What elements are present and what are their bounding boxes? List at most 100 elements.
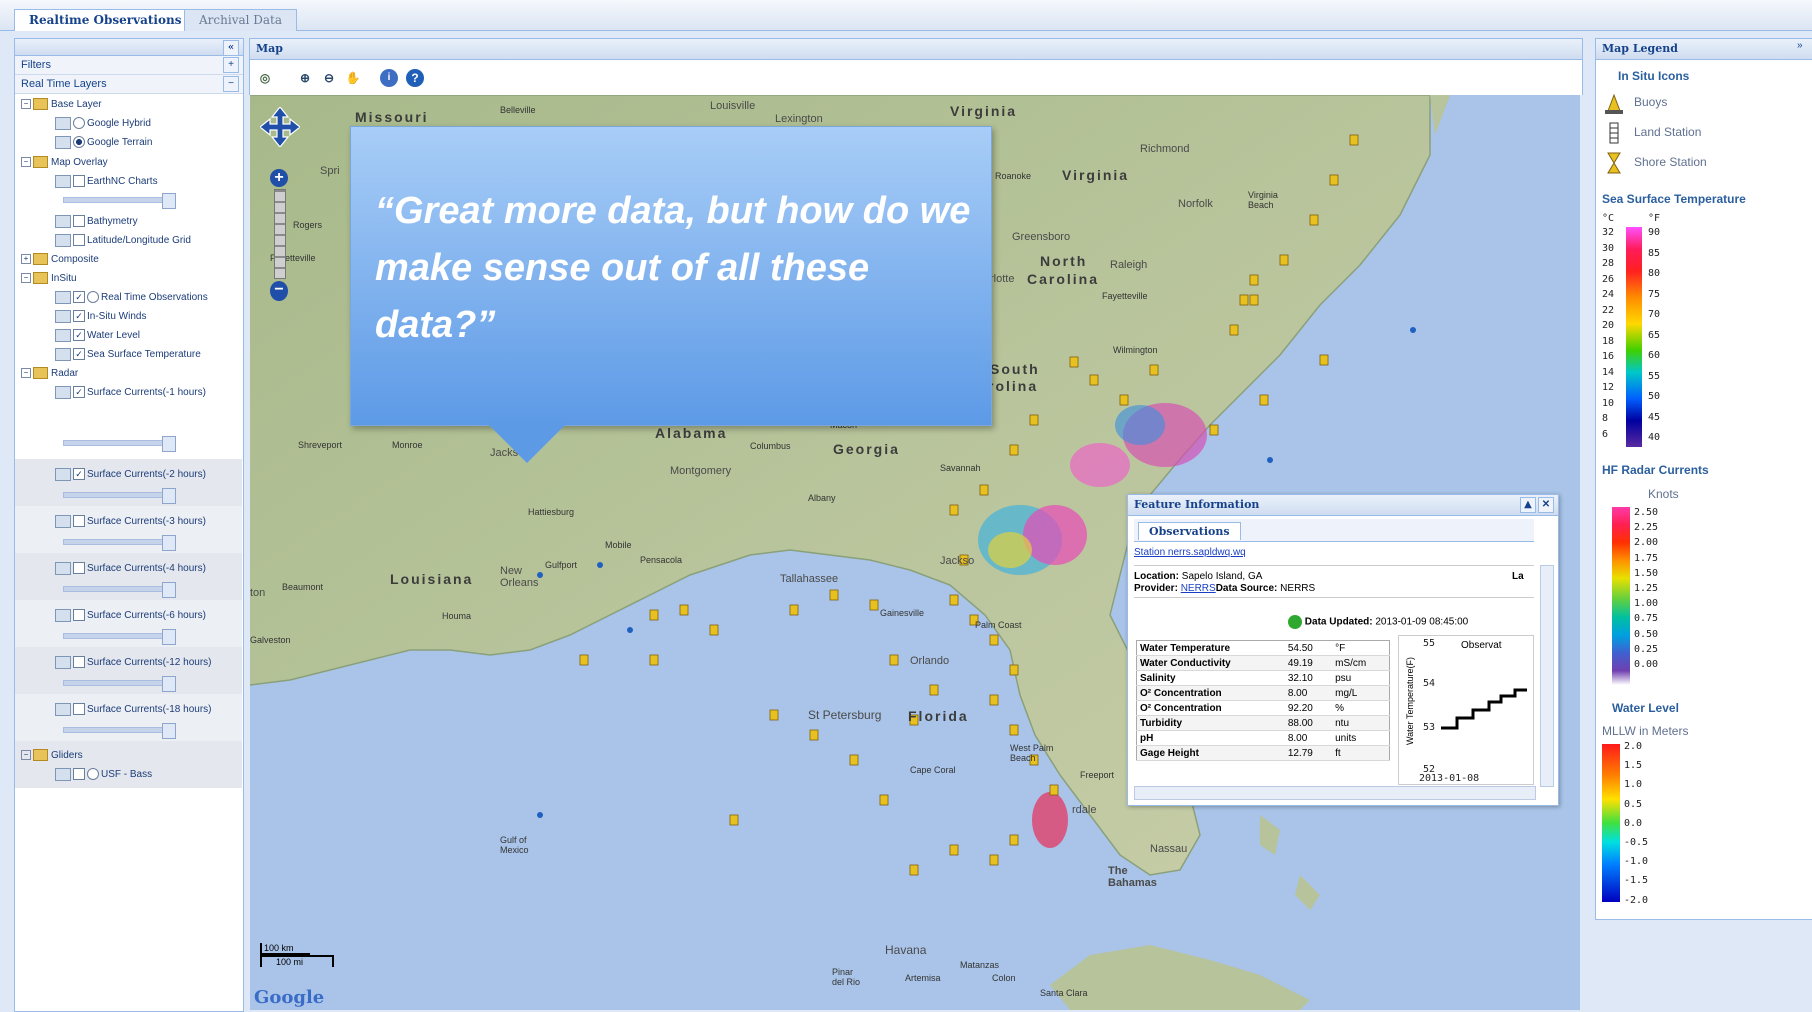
collapse-node-icon[interactable]: − xyxy=(21,157,31,168)
slider-thumb[interactable] xyxy=(162,629,176,645)
expand-filters-button[interactable]: + xyxy=(223,57,239,73)
layer-surface-currents-1h[interactable]: ✓ Surface Currents(-1 hours) xyxy=(55,385,206,401)
checkbox-checked[interactable]: ✓ xyxy=(73,386,85,399)
checkbox-checked[interactable]: ✓ xyxy=(73,468,85,481)
layers-header[interactable]: Real Time Layers − xyxy=(15,75,243,94)
pan-control[interactable] xyxy=(259,106,301,148)
layer-real-time-observations[interactable]: ✓ Real Time Observations xyxy=(55,290,208,306)
opacity-slider[interactable] xyxy=(63,676,176,692)
layer-surface-currents-4h[interactable]: Surface Currents(-4 hours) xyxy=(55,561,206,577)
checkbox-checked[interactable]: ✓ xyxy=(73,329,85,342)
opacity-slider[interactable] xyxy=(63,535,176,551)
expand-node-icon[interactable]: + xyxy=(21,254,31,265)
tree-node-insitu[interactable]: − InSitu xyxy=(21,271,77,287)
radio-button-selected[interactable] xyxy=(73,136,85,149)
layer-bathymetry[interactable]: Bathymetry xyxy=(55,214,138,230)
station-link[interactable]: Station nerrs.sapldwq.wq xyxy=(1134,547,1246,558)
layer-surface-currents-6h[interactable]: Surface Currents(-6 hours) xyxy=(55,608,206,624)
layer-usf-bass[interactable]: USF - Bass xyxy=(55,767,152,783)
tree-node-map-overlay[interactable]: − Map Overlay xyxy=(21,155,108,171)
checkbox[interactable] xyxy=(73,175,85,188)
slider-thumb[interactable] xyxy=(162,582,176,598)
tab-realtime-observations[interactable]: Realtime Observations xyxy=(14,9,197,31)
collapse-node-icon[interactable]: − xyxy=(21,750,31,761)
zoom-in-icon[interactable]: ⊕ xyxy=(296,69,314,87)
legend-collapse-button[interactable]: » xyxy=(1797,40,1803,51)
checkbox[interactable] xyxy=(73,609,85,622)
feature-info-window[interactable]: Feature Information ▲ ✕ Observations Sta… xyxy=(1127,494,1559,806)
checkbox-checked[interactable]: ✓ xyxy=(73,348,85,361)
layer-google-hybrid[interactable]: Google Hybrid xyxy=(55,116,151,132)
layer-sea-surface-temperature[interactable]: ✓ Sea Surface Temperature xyxy=(55,347,201,363)
tab-observations[interactable]: Observations xyxy=(1138,522,1241,540)
opacity-slider[interactable] xyxy=(63,582,176,598)
slider-thumb[interactable] xyxy=(162,488,176,504)
tree-node-base-layer[interactable]: − Base Layer xyxy=(21,97,102,113)
layer-surface-currents-12h[interactable]: Surface Currents(-12 hours) xyxy=(55,655,212,671)
zoom-track[interactable] xyxy=(274,189,286,279)
zoom-extent-icon[interactable]: ◎ xyxy=(256,69,274,87)
collapse-panel-button[interactable]: « xyxy=(223,40,239,56)
tab-archival-data[interactable]: Archival Data xyxy=(184,9,298,31)
layer-surface-currents-2h[interactable]: ✓ Surface Currents(-2 hours) xyxy=(55,467,206,483)
water-level-tick: -1.5 xyxy=(1624,875,1649,887)
checkbox[interactable] xyxy=(73,768,85,781)
collapse-node-icon[interactable]: − xyxy=(21,368,31,379)
collapse-layers-button[interactable]: − xyxy=(223,76,239,92)
provider-link[interactable]: NERRS xyxy=(1181,583,1216,594)
map-label: Pensacola xyxy=(640,555,683,565)
tree-node-gliders[interactable]: − Gliders xyxy=(21,748,83,764)
checkbox-checked[interactable]: ✓ xyxy=(73,310,85,323)
opacity-slider[interactable] xyxy=(63,629,176,645)
opacity-slider[interactable] xyxy=(63,723,176,739)
slider-thumb[interactable] xyxy=(162,193,176,209)
close-window-icon[interactable]: ✕ xyxy=(1538,497,1554,513)
map-canvas[interactable]: Missouri Belleville Louisville Lexington… xyxy=(250,95,1580,1010)
map-label: Richmond xyxy=(1140,143,1190,155)
checkbox[interactable] xyxy=(73,215,85,228)
table-cell-name: Water Conductivity xyxy=(1136,655,1285,671)
layer-water-level[interactable]: ✓ Water Level xyxy=(55,328,140,344)
zoom-out-icon[interactable]: ⊖ xyxy=(320,69,338,87)
slider-thumb[interactable] xyxy=(162,436,176,452)
tree-node-radar[interactable]: − Radar xyxy=(21,366,78,382)
slider-thumb[interactable] xyxy=(162,723,176,739)
map-label: West Palm Beach xyxy=(1010,743,1054,763)
collapse-node-icon[interactable]: − xyxy=(21,99,31,110)
info-icon[interactable]: i xyxy=(380,69,398,87)
collapse-window-icon[interactable]: ▲ xyxy=(1520,497,1536,513)
radio-button[interactable] xyxy=(87,768,99,781)
hf-radar-tick: 1.25 xyxy=(1634,583,1659,594)
checkbox[interactable] xyxy=(73,515,85,528)
checkbox[interactable] xyxy=(73,656,85,669)
slider-thumb[interactable] xyxy=(162,676,176,692)
checkbox[interactable] xyxy=(73,234,85,247)
filters-header[interactable]: Filters + xyxy=(15,56,243,75)
checkbox[interactable] xyxy=(73,562,85,575)
layer-earthnc-charts[interactable]: EarthNC Charts xyxy=(55,174,158,190)
radio-button[interactable] xyxy=(73,117,85,130)
opacity-slider[interactable] xyxy=(63,193,176,209)
pan-arrows-icon[interactable] xyxy=(259,106,301,148)
help-icon[interactable]: ? xyxy=(406,69,424,87)
layer-lat-long-grid[interactable]: Latitude/Longitude Grid xyxy=(55,233,191,249)
map-label: Gulf of Mexico xyxy=(500,835,529,855)
checkbox[interactable] xyxy=(73,703,85,716)
collapse-node-icon[interactable]: − xyxy=(21,273,31,284)
radio-button[interactable] xyxy=(87,291,99,304)
layer-google-terrain[interactable]: Google Terrain xyxy=(55,135,152,151)
opacity-slider[interactable] xyxy=(63,488,176,504)
popup-scrollbar[interactable] xyxy=(1540,565,1554,787)
slider-thumb[interactable] xyxy=(162,535,176,551)
layer-surface-currents-3h[interactable]: Surface Currents(-3 hours) xyxy=(55,514,206,530)
checkbox-checked[interactable]: ✓ xyxy=(73,291,85,304)
tree-node-composite[interactable]: + Composite xyxy=(21,252,99,268)
layer-surface-currents-18h[interactable]: Surface Currents(-18 hours) xyxy=(55,702,212,718)
layer-insitu-winds[interactable]: ✓ In-Situ Winds xyxy=(55,309,146,325)
pan-hand-icon[interactable]: ✋ xyxy=(344,69,362,87)
zoom-out-button[interactable]: − xyxy=(270,281,288,301)
opacity-slider[interactable] xyxy=(63,436,176,452)
popup-hscrollbar[interactable] xyxy=(1134,786,1536,800)
zoom-slider[interactable]: + − xyxy=(270,169,290,301)
zoom-in-button[interactable]: + xyxy=(270,169,288,187)
